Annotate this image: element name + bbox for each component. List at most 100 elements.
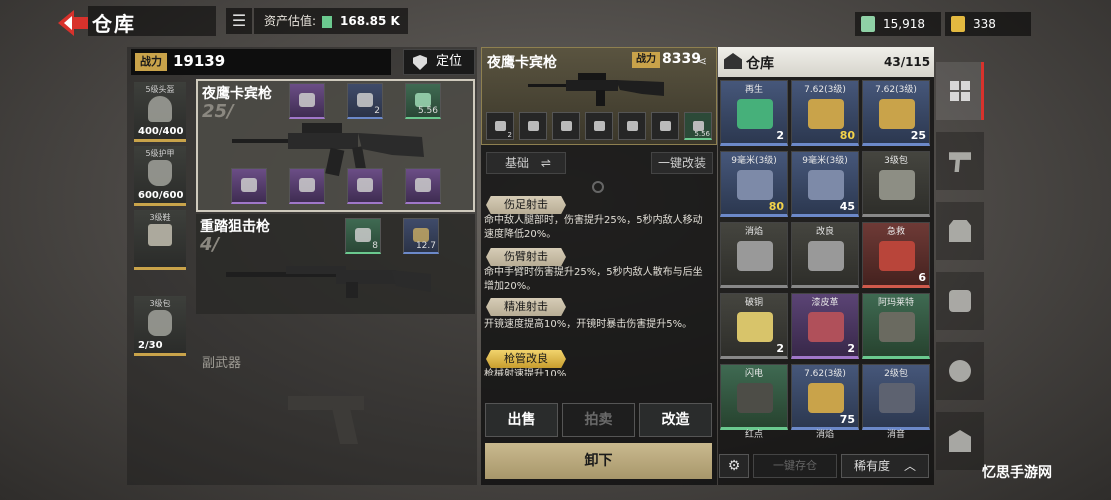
item-quantity: 2 bbox=[776, 342, 784, 355]
canister-icon bbox=[808, 241, 844, 271]
tab-all[interactable] bbox=[936, 62, 984, 120]
barrel-icon bbox=[299, 178, 315, 192]
modify-button[interactable]: 改造 bbox=[639, 403, 712, 437]
chevron-up-icon: ︿ bbox=[904, 459, 917, 473]
attachment-slot-ammo[interactable]: 5.56 bbox=[405, 83, 441, 119]
backpack-icon bbox=[879, 170, 915, 200]
tab-weapons[interactable] bbox=[936, 132, 984, 190]
settings-gear-icon bbox=[949, 360, 971, 382]
unload-button[interactable]: 卸下 bbox=[485, 443, 712, 479]
settings-button[interactable]: ⚙ bbox=[719, 454, 749, 478]
backpack-icon bbox=[148, 310, 172, 336]
item-label: 急救 bbox=[886, 227, 905, 237]
warehouse-item[interactable]: 7.62(3级) 75 消焰 bbox=[791, 364, 859, 440]
warehouse-item[interactable]: 9毫米(3级) 45 bbox=[791, 151, 859, 217]
auction-button[interactable]: 拍卖 bbox=[562, 403, 635, 437]
scope-icon bbox=[299, 93, 315, 107]
attachment-slot-grip[interactable]: 2 bbox=[347, 83, 383, 119]
perk-list: 伤足射击 命中敌人腿部时，伤害提升25%，5秒内敌人移动速度降低20%。 伤臂射… bbox=[484, 190, 714, 376]
locate-button[interactable]: 定位 bbox=[403, 49, 475, 75]
pistol-silhouette-icon[interactable] bbox=[288, 392, 368, 448]
warehouse-item[interactable]: 7.62(3级) 25 bbox=[862, 80, 930, 146]
warehouse-item[interactable]: 消焰 bbox=[720, 222, 788, 288]
scope-icon bbox=[355, 228, 371, 242]
attachment-slot-barrel[interactable] bbox=[289, 168, 325, 204]
mini-attachment[interactable] bbox=[618, 112, 646, 140]
attachment-slot-ammo[interactable]: 12.7 bbox=[403, 218, 439, 254]
warehouse-item[interactable]: 阿玛莱特 bbox=[862, 293, 930, 359]
attachment-icon bbox=[561, 121, 572, 131]
gear-level: 5级护甲 bbox=[145, 149, 175, 158]
attachment-slot-scope[interactable] bbox=[289, 83, 325, 119]
mini-attachment[interactable] bbox=[651, 112, 679, 140]
magazine-icon bbox=[357, 178, 373, 192]
mini-attachment[interactable] bbox=[552, 112, 580, 140]
item-label: 破铜 bbox=[744, 298, 763, 308]
watermark-logo: 忆思手游网 bbox=[982, 465, 1052, 481]
ammo-box-icon bbox=[808, 170, 844, 200]
warehouse-item[interactable]: 2级包 消音 bbox=[862, 364, 930, 440]
asset-label: 资产估值: bbox=[264, 14, 317, 28]
suppressor-icon bbox=[737, 241, 773, 271]
item-label: 再生 bbox=[744, 85, 763, 95]
one-key-modify-button[interactable]: 一键改装 bbox=[651, 152, 713, 174]
gold-value: 338 bbox=[973, 17, 996, 31]
gear-level: 3级包 bbox=[149, 299, 171, 308]
mode-toggle-button[interactable]: 基础 ⇌ bbox=[486, 152, 566, 174]
perk-tag: 伤足射击 bbox=[486, 196, 566, 214]
attachment-icon bbox=[660, 121, 671, 131]
warehouse-item[interactable]: 7.62(3级) 80 bbox=[791, 80, 859, 146]
warehouse-item[interactable]: 9毫米(3级) 80 bbox=[720, 151, 788, 217]
cash-icon bbox=[322, 15, 333, 28]
gear-durability: 600/600 bbox=[138, 190, 184, 201]
sell-button[interactable]: 出售 bbox=[485, 403, 558, 437]
mini-attachment[interactable] bbox=[585, 112, 613, 140]
helmet-slot[interactable]: 5级头盔 400/400 bbox=[134, 82, 186, 142]
potion-icon bbox=[949, 430, 971, 452]
backpack-slot[interactable]: 3级包 2/30 bbox=[134, 296, 186, 356]
mini-attachment[interactable]: 5.56 bbox=[684, 112, 712, 140]
sniper-rifle-icon bbox=[226, 266, 431, 298]
menu-button[interactable]: ☰ bbox=[226, 8, 252, 34]
attachment-slot-stock[interactable] bbox=[405, 168, 441, 204]
secondary-weapon-card[interactable]: 重踏狙击枪 4/ 8 12.7 bbox=[196, 214, 475, 314]
grip-icon bbox=[357, 93, 373, 107]
sort-rarity-button[interactable]: 稀有度 ︿ bbox=[841, 454, 929, 478]
regen-injector-icon bbox=[737, 99, 773, 129]
first-aid-kit-icon bbox=[879, 241, 915, 271]
warehouse-item[interactable]: 漆皮革 2 bbox=[791, 293, 859, 359]
attachment-slot-muzzle[interactable] bbox=[231, 168, 267, 204]
locate-label: 定位 bbox=[436, 54, 463, 69]
item-label: 漆皮革 bbox=[811, 298, 839, 308]
primary-weapon-card[interactable]: 夜鹰卡宾枪 25/ 2 5.56 bbox=[196, 79, 475, 212]
warehouse-item[interactable]: 改良 bbox=[791, 222, 859, 288]
item-label: 9毫米(3级) bbox=[802, 156, 848, 166]
attachment-slot-magazine[interactable] bbox=[347, 168, 383, 204]
asset-valuation: 资产估值: 168.85 K bbox=[254, 8, 408, 34]
tab-materials[interactable] bbox=[936, 342, 984, 400]
perk-description: 命中手臂时伤害提升25%，5秒内敌人散布与后坐增加20%。 bbox=[484, 267, 703, 292]
attachment-slot-scope[interactable]: 8 bbox=[345, 218, 381, 254]
warehouse-item[interactable]: 破铜 2 bbox=[720, 293, 788, 359]
boots-slot[interactable]: 3级鞋 bbox=[134, 210, 186, 270]
detail-rifle-icon bbox=[528, 73, 664, 106]
tab-armor[interactable] bbox=[936, 202, 984, 260]
warehouse-grid: 再生 2 7.62(3级) 80 7.62(3级) 25 9毫米(3级) 80 9毫米(3级) 4… bbox=[720, 80, 932, 448]
warehouse-item[interactable]: 再生 2 bbox=[720, 80, 788, 146]
gold-currency: 338 bbox=[945, 12, 1031, 36]
sidearm-label: 副武器 bbox=[202, 356, 242, 371]
mini-attachment[interactable]: 2 bbox=[486, 112, 514, 140]
tab-accessories[interactable] bbox=[936, 272, 984, 330]
one-key-store-button[interactable]: 一键存仓 bbox=[753, 454, 837, 478]
tab-consumables[interactable] bbox=[936, 412, 984, 470]
ammo-box-icon bbox=[808, 383, 844, 413]
ammo-icon bbox=[415, 93, 431, 107]
warehouse-item[interactable]: 3级包 bbox=[862, 151, 930, 217]
mini-attachment[interactable] bbox=[519, 112, 547, 140]
warehouse-item[interactable]: 闪电 红点 bbox=[720, 364, 788, 440]
share-icon[interactable]: ⋖ bbox=[697, 54, 707, 68]
armor-slot[interactable]: 5级护甲 600/600 bbox=[134, 146, 186, 206]
ammo-box-icon bbox=[737, 170, 773, 200]
warehouse-item[interactable]: 急救 6 bbox=[862, 222, 930, 288]
back-button[interactable] bbox=[56, 8, 90, 38]
